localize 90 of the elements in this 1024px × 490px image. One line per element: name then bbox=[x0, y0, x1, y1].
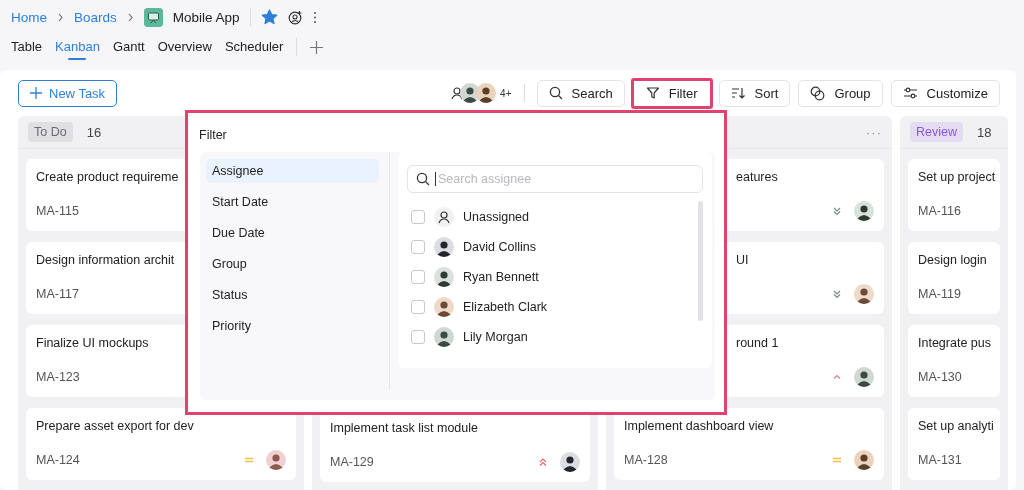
person-icon bbox=[437, 210, 451, 224]
star-icon[interactable] bbox=[260, 9, 278, 25]
unassigned-icon bbox=[450, 86, 465, 100]
task-id: MA-123 bbox=[36, 369, 80, 384]
popover-title: Filter bbox=[198, 127, 228, 140]
task-card[interactable]: Set up analyti MA-131 bbox=[908, 408, 1000, 480]
task-id: MA-124 bbox=[36, 452, 80, 467]
task-title: UI bbox=[735, 252, 749, 267]
task-title: Finalize UI mockups bbox=[36, 335, 149, 350]
more-icon[interactable] bbox=[312, 10, 317, 24]
checkbox[interactable] bbox=[411, 300, 425, 314]
avatar bbox=[476, 83, 497, 103]
sort-button[interactable]: Sort bbox=[718, 79, 791, 107]
board-icon bbox=[143, 7, 163, 27]
new-task-button[interactable]: New Task bbox=[18, 79, 118, 107]
avatar bbox=[434, 297, 454, 317]
double-chevron-up-icon bbox=[538, 456, 548, 467]
filter-button[interactable]: Filter bbox=[630, 77, 713, 109]
task-id: MA-117 bbox=[36, 286, 79, 301]
add-user-icon[interactable] bbox=[287, 9, 303, 25]
plus-icon bbox=[30, 87, 42, 99]
overlapping-circles-icon bbox=[810, 85, 826, 101]
checkbox[interactable] bbox=[411, 270, 425, 284]
task-count: 18 bbox=[977, 124, 992, 140]
task-card[interactable]: Prepare asset export for dev MA-124 bbox=[26, 408, 296, 480]
board-title: Mobile App bbox=[172, 9, 240, 25]
task-id: MA-119 bbox=[918, 286, 961, 301]
equals-icon bbox=[832, 455, 842, 464]
view-tab[interactable]: Scheduler bbox=[224, 34, 284, 60]
search-icon bbox=[416, 172, 430, 186]
task-title: Prepare asset export for dev bbox=[36, 418, 194, 433]
sort-icon bbox=[730, 86, 746, 100]
group-button[interactable]: Group bbox=[798, 79, 883, 107]
task-title: Implement dashboard view bbox=[624, 418, 774, 433]
breadcrumb-link[interactable]: Boards bbox=[74, 9, 117, 25]
double-chevron-down-icon bbox=[832, 288, 842, 299]
avatar bbox=[434, 327, 454, 347]
task-title: Create product requireme bbox=[36, 169, 179, 184]
task-id: MA-130 bbox=[918, 369, 962, 384]
view-tab[interactable]: Table bbox=[11, 34, 43, 60]
task-card[interactable]: Set up project MA-116 bbox=[908, 159, 1000, 231]
checkbox[interactable] bbox=[411, 210, 425, 224]
status-tag: Review bbox=[910, 122, 963, 142]
task-title: Integrate pus bbox=[918, 335, 991, 350]
avatar bbox=[266, 449, 286, 470]
filter-icon bbox=[645, 86, 660, 100]
task-id: MA-115 bbox=[36, 203, 79, 218]
breadcrumb-link[interactable]: Home bbox=[11, 9, 47, 25]
add-icon[interactable] bbox=[310, 40, 324, 54]
task-title: Set up analyti bbox=[918, 418, 994, 433]
equals-icon bbox=[244, 455, 254, 464]
task-id: MA-116 bbox=[918, 203, 961, 218]
view-tab[interactable]: Gantt bbox=[112, 34, 145, 60]
task-title: Set up project bbox=[918, 169, 996, 184]
avatar bbox=[854, 283, 874, 304]
chevron-right-icon bbox=[57, 12, 64, 22]
avatar bbox=[560, 451, 580, 472]
search-button[interactable]: Search bbox=[536, 79, 625, 107]
view-tab[interactable]: Kanban bbox=[55, 34, 100, 60]
task-id: MA-129 bbox=[330, 454, 374, 469]
task-title: Design login bbox=[918, 252, 987, 267]
task-title: Design information archit bbox=[36, 252, 175, 267]
task-id: MA-128 bbox=[624, 452, 668, 467]
avatar bbox=[854, 200, 874, 221]
search-icon bbox=[548, 86, 563, 100]
filter-field-item[interactable]: Assignee bbox=[206, 159, 379, 183]
sliders-icon bbox=[902, 86, 918, 100]
search-field[interactable]: Search assignee bbox=[407, 165, 703, 193]
status-tag: To Do bbox=[28, 122, 73, 142]
avatar bbox=[854, 449, 874, 470]
task-card[interactable]: Implement dashboard view MA-128 bbox=[614, 408, 884, 480]
avatar bbox=[854, 366, 874, 387]
checkbox[interactable] bbox=[411, 330, 425, 344]
task-id: MA-131 bbox=[918, 452, 962, 467]
task-title: eatures bbox=[735, 169, 778, 184]
checkbox[interactable] bbox=[411, 240, 425, 254]
double-chevron-down-icon bbox=[832, 205, 842, 216]
avatar bbox=[434, 237, 454, 257]
customize-button[interactable]: Customize bbox=[890, 79, 1000, 107]
task-title: Implement task list module bbox=[330, 420, 478, 435]
view-tab[interactable]: Overview bbox=[157, 34, 212, 60]
chevron-right-icon bbox=[126, 12, 134, 22]
task-card[interactable]: Design login MA-119 bbox=[908, 242, 1000, 314]
chevron-up-icon bbox=[832, 373, 842, 380]
more-members-count[interactable]: 4+ bbox=[500, 87, 512, 99]
avatar bbox=[434, 267, 454, 287]
task-card[interactable]: Integrate pus MA-130 bbox=[908, 325, 1000, 397]
task-count: 16 bbox=[86, 124, 102, 140]
task-title: round 1 bbox=[735, 335, 779, 350]
scrollbar[interactable] bbox=[698, 201, 703, 321]
